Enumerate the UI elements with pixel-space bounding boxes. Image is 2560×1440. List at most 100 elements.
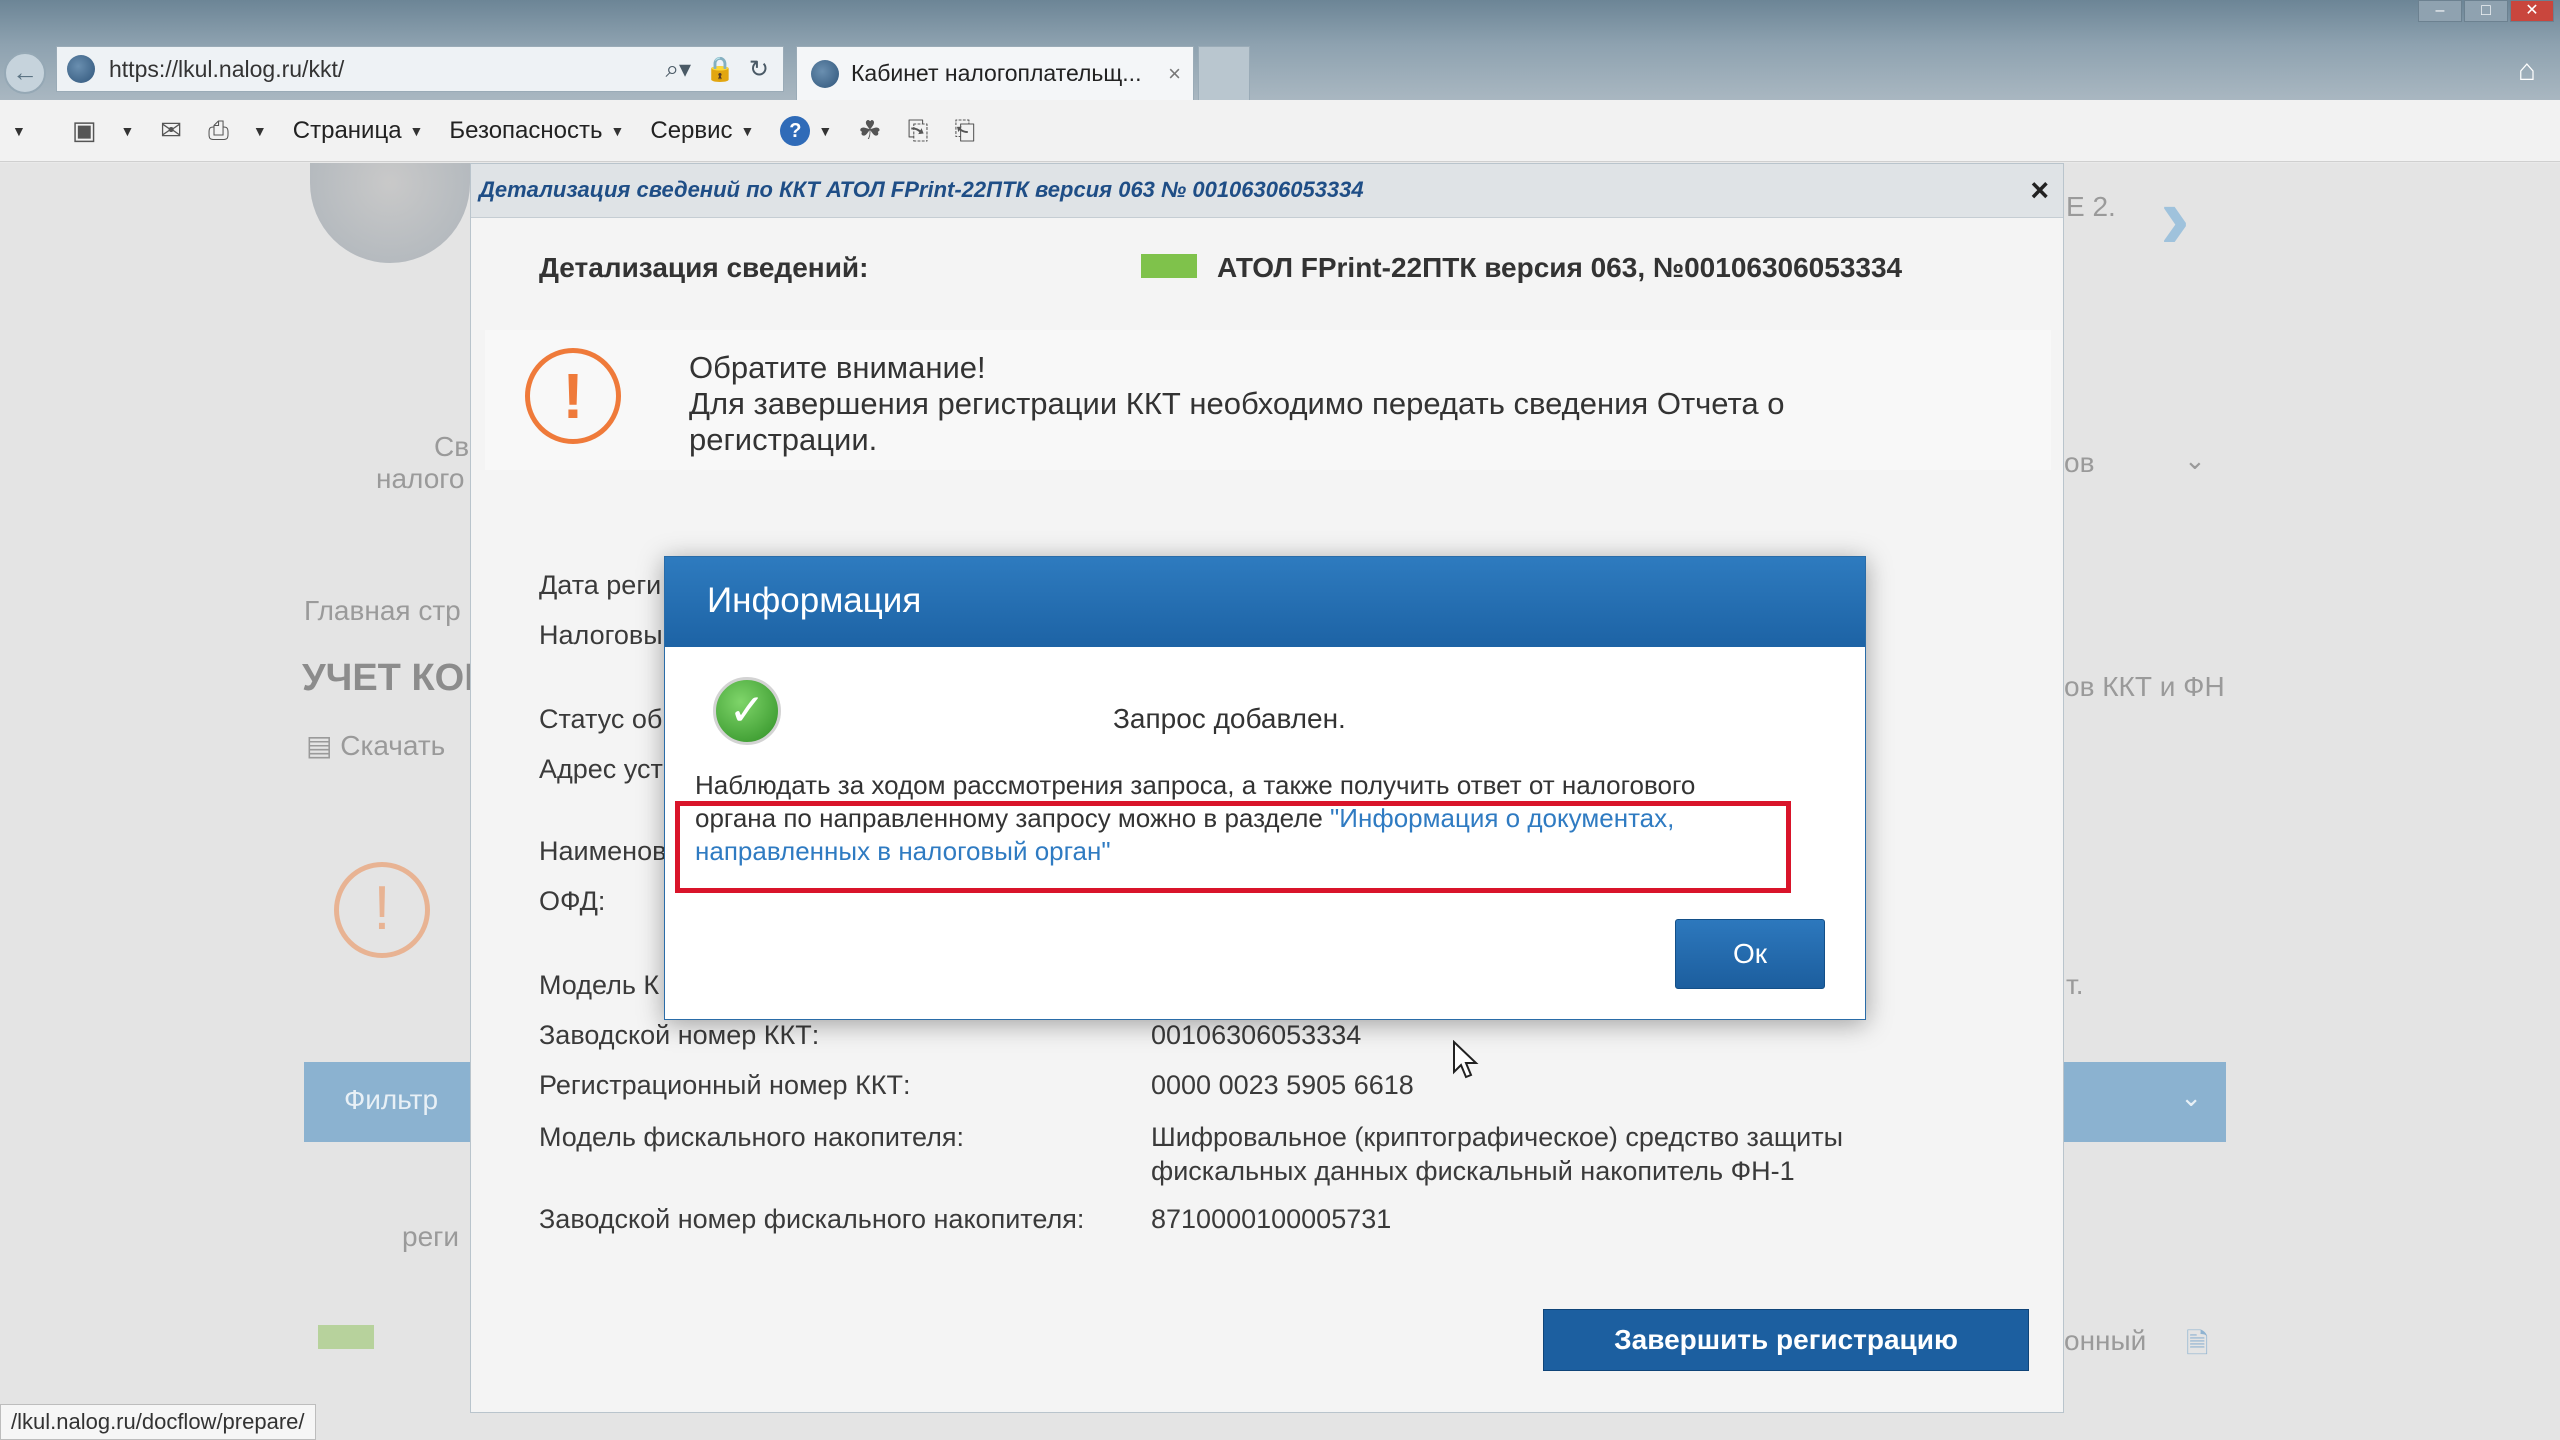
highlight-frame [675,801,1791,893]
bg-right-text-kkt: ов ККТ и ФН [2064,671,2225,702]
security-menu[interactable]: Безопасность ▼ [449,117,624,145]
bg-filter-label: Фильтр [344,1084,439,1115]
browser-title-bar: ← https://lkul.nalog.ru/kkt/ ⌕▾ 🔒 ↻ Каби… [0,0,2560,100]
search-icon[interactable]: ⌕▾ [666,55,692,84]
field-value: 0000 0023 5905 6618 [1151,1070,1414,1100]
bg-right-text-onny: онный [2064,1325,2147,1356]
address-url[interactable]: https://lkul.nalog.ru/kkt/ [109,56,666,83]
address-bar[interactable]: https://lkul.nalog.ru/kkt/ ⌕▾ 🔒 ↻ [56,46,784,92]
window-controls: – □ ✕ [2418,0,2554,22]
tab-close-icon[interactable]: × [1168,61,1181,87]
document-icon[interactable]: 🗎 [2186,1323,2209,1371]
notice-title: Обратите внимание! [689,350,986,385]
tax-service-logo [310,163,470,263]
site-favicon-icon [67,55,95,83]
chevron-down-icon: ▼ [120,122,135,139]
field-label: Адрес уст [539,754,663,784]
field-label: Модель фискального накопителя: [539,1122,964,1152]
bg-sidebar-text-1: Св [434,431,470,462]
bg-left-text: реги [402,1221,459,1252]
detail-dialog-titlebar: Детализация сведений по ККТ АТОЛ FPrint-… [471,164,2063,218]
field-label: Наименов [539,836,667,866]
addon-button-1[interactable]: ☘ [858,115,881,146]
info-modal-title: Информация [707,581,922,620]
addon-icon: ☘ [858,115,882,145]
print-button[interactable]: ⎙ ▼ [208,115,267,147]
page-menu-label: Страница [292,116,402,144]
field-label: Заводской номер ККТ: [539,1020,820,1050]
bg-status-indicator [318,1325,374,1349]
finish-registration-button[interactable]: Завершить регистрацию [1543,1309,2029,1371]
addon-button-3[interactable]: ⎗ [954,115,975,147]
close-window-button[interactable]: ✕ [2510,0,2554,22]
bg-download-link[interactable]: ▤ Скачать [306,729,445,762]
chevron-down-icon: ▼ [818,122,833,139]
back-button[interactable]: ← [4,52,46,94]
printer-icon: ⎙ [208,114,229,145]
field-label: Налоговы [539,620,663,650]
bg-download-label: Скачать [340,730,446,761]
lock-icon[interactable]: 🔒 [705,55,735,84]
info-modal: Информация ✓ Запрос добавлен. Наблюдать … [664,556,1866,1020]
field-value: Шифровальное (криптографическое) средств… [1151,1122,1843,1186]
new-tab-button[interactable] [1198,46,1250,100]
home-icon[interactable]: ⌂ [2518,54,2536,88]
status-bar-url: /lkul.nalog.ru/docflow/prepare/ [0,1404,316,1440]
field-value: 00106306053334 [1151,1020,1362,1050]
bg-breadcrumb[interactable]: Главная стр [304,595,461,627]
refresh-icon[interactable]: ↻ [749,55,769,84]
mail-icon: ✉ [160,115,183,145]
document-icon: ▤ [306,730,341,761]
service-menu[interactable]: Сервис ▼ [650,117,754,145]
info-body-line-1: Наблюдать за ходом рассмотрения запроса,… [695,770,1696,800]
minimize-button[interactable]: – [2418,0,2462,22]
service-menu-label: Сервис [650,116,733,144]
page-menu[interactable]: Страница ▼ [293,117,424,145]
help-menu[interactable]: ? ▼ [780,115,833,146]
security-menu-label: Безопасность [449,116,603,144]
notice-text: Для завершения регистрации ККТ необходим… [689,386,1785,457]
field-value: 8710000100005731 [1151,1204,1392,1234]
addon-button-2[interactable]: ⎘ [908,115,929,147]
feeds-button[interactable]: ▣ ▼ [72,115,134,146]
field-label: Регистрационный номер ККТ: [539,1070,911,1100]
chevron-down-icon: ▼ [252,122,267,139]
detail-header: Детализация сведений: АТОЛ FPrint-22ПТК … [471,218,2063,322]
help-icon: ? [780,115,811,146]
maximize-button[interactable]: □ [2464,0,2508,22]
field-label: ОФД: [539,886,606,916]
tab-favicon-icon [811,59,839,88]
chevron-down-icon: ▼ [740,122,755,139]
info-modal-header: Информация [665,557,1865,647]
notice-panel: ! Обратите внимание! Для завершения реги… [485,330,2051,470]
chevron-down-icon: ▼ [409,122,424,139]
detail-close-icon[interactable]: × [2030,172,2049,209]
translate-icon: ⎗ [954,114,976,145]
success-check-icon: ✓ [713,677,781,745]
bg-warning-icon: ! [334,862,430,958]
field-label: Статус об [539,704,663,734]
detail-header-label: Детализация сведений: [539,252,869,283]
favorites-dropdown[interactable]: ▼ [4,123,26,139]
chevron-right-icon[interactable]: › [2160,173,2190,263]
chevron-down-icon: ⌄ [2180,1082,2202,1112]
detail-header-model: АТОЛ FPrint-22ПТК версия 063, №001063060… [1217,252,1903,283]
chevron-down-icon: ▼ [12,122,26,139]
chevron-down-icon: ▼ [610,122,625,139]
mail-button[interactable]: ✉ [160,115,182,146]
ok-button[interactable]: Ок [1675,919,1825,989]
field-label: Заводской номер фискального накопителя: [539,1204,1085,1234]
tab-active[interactable]: Кабинет налогоплательщ... × [796,46,1194,100]
request-status-text: Запрос добавлен. [1113,703,1346,734]
rss-icon: ▣ [71,115,97,145]
field-label: Модель К [539,970,660,1000]
command-bar: ▼ ▣ ▼ ✉ ⎙ ▼ Страница ▼ Безопасность ▼ Сервис… [0,100,2560,162]
tab-title: Кабинет налогоплательщ... [851,60,1142,86]
detail-dialog-title: Детализация сведений по ККТ АТОЛ FPrint-… [479,177,1364,202]
bg-sidebar-text-2: налого [376,463,465,494]
bg-right-text-e2: Е 2. [2066,191,2116,222]
research-icon: ⎘ [907,114,929,145]
chevron-down-icon[interactable]: ⌄ [2184,445,2206,476]
status-indicator [1141,254,1197,278]
bg-right-text-ov: ов [2064,447,2095,478]
